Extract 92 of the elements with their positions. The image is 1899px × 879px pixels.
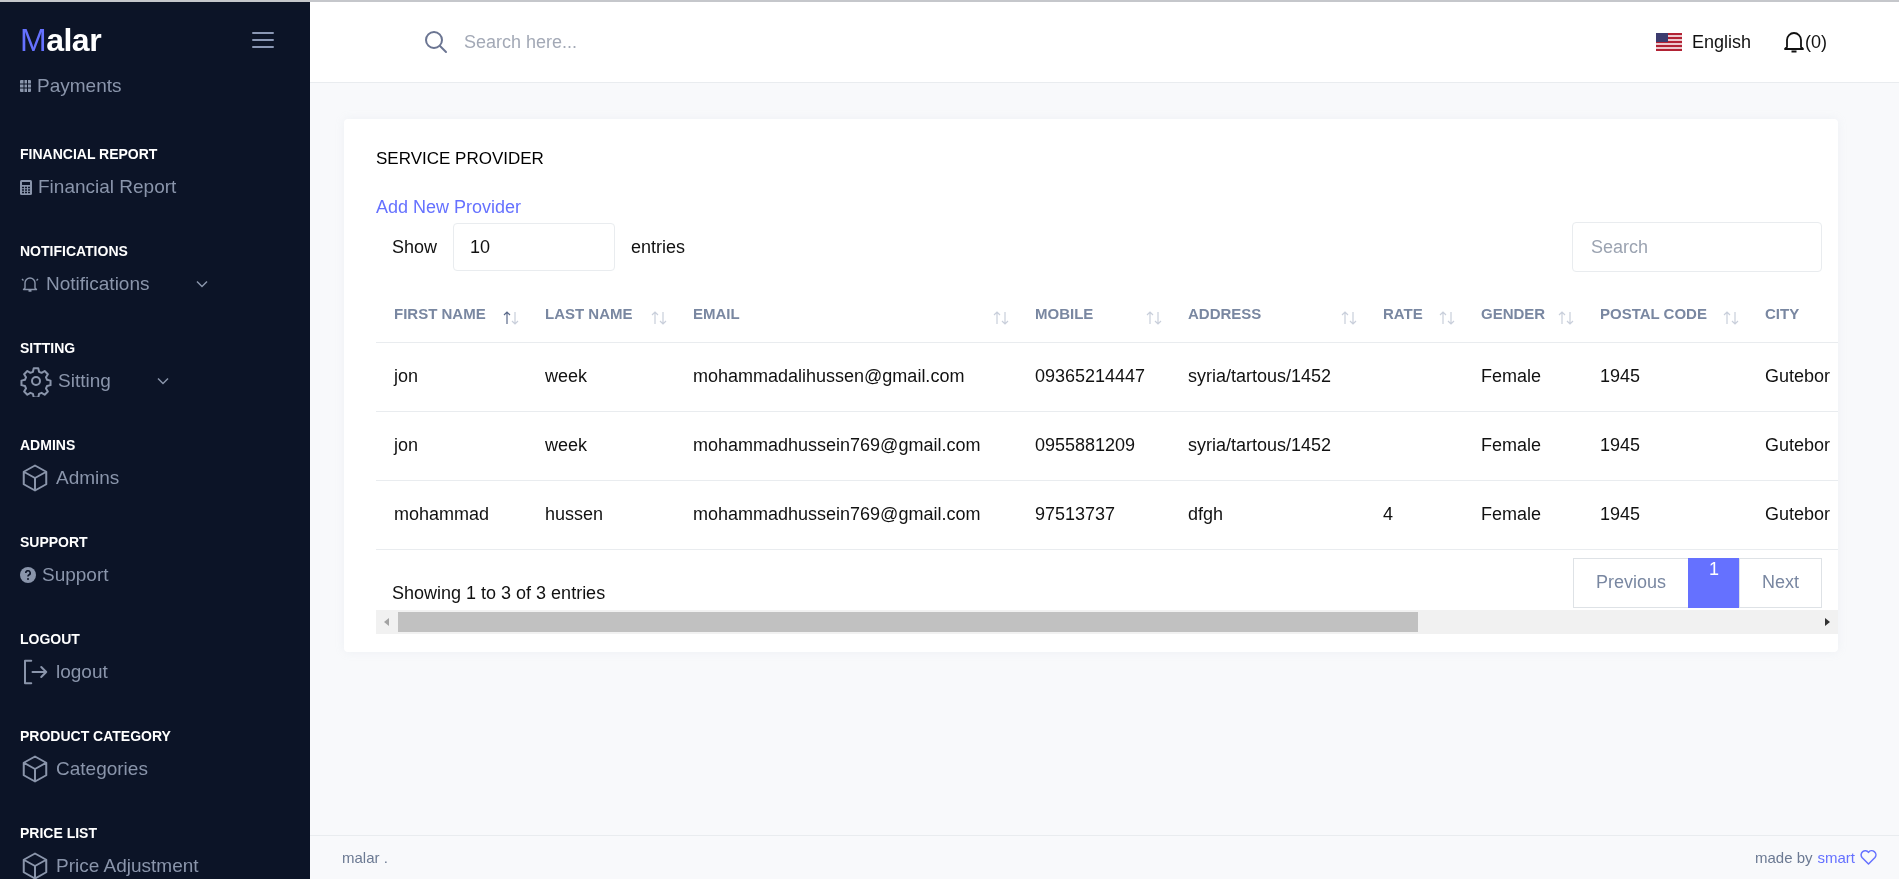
chevron-down-icon — [195, 280, 208, 288]
sidebar-item[interactable]: Financial Report — [20, 170, 310, 204]
cube-icon — [20, 851, 50, 879]
sort-icon — [1341, 310, 1357, 325]
pagination-button[interactable]: Previous — [1572, 557, 1689, 608]
table-cell: Gutebor — [1765, 366, 1831, 386]
table-cell: jon — [394, 435, 419, 455]
question-icon — [20, 567, 36, 583]
table-cell: Gutebor — [1765, 435, 1831, 455]
show-label: Show — [391, 236, 439, 258]
column-header[interactable]: GENDER — [1463, 286, 1582, 342]
language-selector[interactable]: English — [1691, 31, 1751, 53]
table-cell: mohammadalihussen@gmail.com — [693, 366, 965, 386]
entries-info: Showing 1 to 3 of 3 entries — [391, 582, 606, 604]
calculator-icon — [20, 179, 32, 195]
sort-icon — [993, 310, 1009, 325]
footer-brand: malar . — [342, 849, 388, 866]
sort-ascending-icon — [503, 310, 519, 325]
footer-link[interactable]: smart — [1817, 849, 1855, 866]
table-cell: syria/tartous/1452 — [1188, 366, 1332, 386]
table-search-field[interactable]: Search — [1572, 222, 1822, 272]
scroll-right-icon[interactable] — [1824, 617, 1830, 626]
sort-icon — [1439, 310, 1455, 325]
table-cell: Female — [1481, 366, 1542, 386]
column-header[interactable]: LAST NAME — [527, 286, 675, 342]
entries-label: entries — [630, 236, 687, 258]
section-heading: SITTING — [20, 339, 77, 356]
sidebar-item[interactable]: logout — [20, 655, 310, 689]
bell-icon[interactable] — [1783, 30, 1805, 54]
grid-icon — [20, 80, 31, 92]
section-heading: FINANCIAL REPORT — [20, 145, 159, 162]
card-title: SERVICE PROVIDER — [376, 149, 545, 169]
column-header[interactable]: RATE — [1365, 286, 1463, 342]
table-cell: 4 — [1383, 504, 1393, 524]
flag-icon — [1655, 33, 1682, 51]
menu-icon[interactable] — [252, 31, 274, 49]
sort-icon — [651, 310, 667, 325]
table-cell: 97513737 — [1035, 504, 1116, 524]
sort-icon — [1558, 310, 1574, 325]
table-cell: hussen — [545, 504, 604, 524]
table-cell: 09365214447 — [1035, 366, 1146, 386]
page-button[interactable]: 1 — [1687, 557, 1740, 608]
sidebar-item[interactable]: Admins — [20, 461, 310, 495]
horizontal-scrollbar[interactable] — [376, 609, 1838, 634]
sidebar-item[interactable]: Categories — [20, 752, 310, 786]
search-icon — [424, 30, 448, 54]
cube-icon — [20, 754, 50, 784]
column-header[interactable]: EMAIL — [675, 286, 1017, 342]
section-heading: SUPPORT — [20, 533, 89, 550]
column-header[interactable]: ADDRESS — [1170, 286, 1365, 342]
column-header[interactable]: CITY — [1747, 286, 1838, 342]
bell-icon — [20, 275, 40, 293]
table-cell: Female — [1481, 504, 1542, 524]
table-cell: mohammadhussein769@gmail.com — [693, 504, 981, 524]
sidebar-item[interactable]: Payments — [20, 74, 310, 98]
sort-icon — [1723, 310, 1739, 325]
table-cell: 0955881209 — [1035, 435, 1136, 455]
heart-icon — [1860, 850, 1877, 865]
column-header[interactable]: MOBILE — [1017, 286, 1170, 342]
sidebar-item[interactable]: Price Adjustment — [20, 849, 310, 879]
table-cell: 1945 — [1600, 504, 1641, 524]
table-cell: jon — [394, 366, 419, 386]
table-cell: mohammad — [394, 504, 490, 524]
section-heading: PRODUCT CATEGORY — [20, 727, 172, 744]
table-cell: mohammadhussein769@gmail.com — [693, 435, 981, 455]
sidebar-item[interactable]: Support — [20, 558, 310, 592]
column-header[interactable]: FIRST NAME — [376, 286, 527, 342]
entries-field[interactable]: 10 — [453, 223, 616, 271]
table-cell: Female — [1481, 435, 1542, 455]
gear-icon — [20, 365, 52, 397]
notification-count: (0) — [1805, 31, 1827, 53]
table-cell: 1945 — [1600, 435, 1641, 455]
table-cell: dfgh — [1188, 504, 1224, 524]
add-provider-link[interactable]: Add New Provider — [376, 197, 522, 218]
sidebar-item[interactable]: Notifications — [20, 267, 310, 301]
table-cell: 1945 — [1600, 366, 1641, 386]
section-heading: LOGOUT — [20, 630, 81, 647]
made-by-text: made by — [1754, 849, 1813, 866]
chevron-down-icon — [156, 377, 169, 385]
sort-icon — [1146, 310, 1162, 325]
column-header[interactable]: POSTAL CODE — [1582, 286, 1747, 342]
pagination-button[interactable]: Next — [1739, 557, 1822, 608]
section-heading: NOTIFICATIONS — [20, 242, 129, 259]
table-cell: week — [545, 366, 588, 386]
table-cell: week — [545, 435, 588, 455]
section-heading: PRICE LIST — [20, 824, 98, 841]
logo: Malar — [20, 21, 102, 59]
cube-icon — [20, 463, 50, 493]
table-cell: Gutebor — [1765, 504, 1831, 524]
sidebar-item[interactable]: Sitting — [20, 364, 310, 398]
section-heading: ADMINS — [20, 436, 77, 453]
table-cell: syria/tartous/1452 — [1188, 435, 1332, 455]
